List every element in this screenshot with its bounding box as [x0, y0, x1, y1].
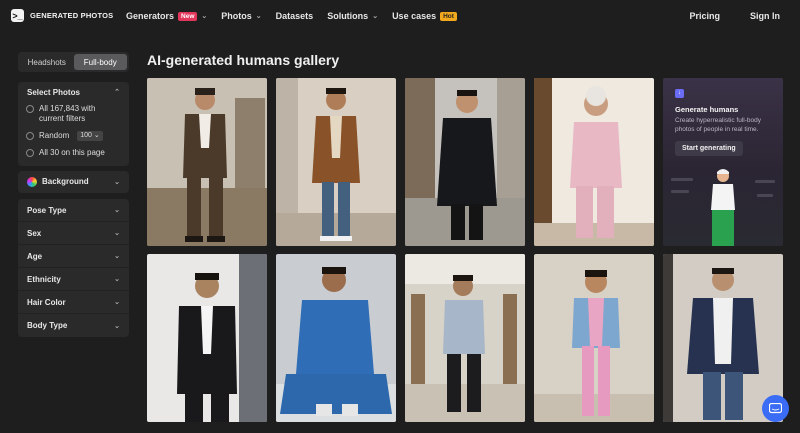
select-photos-header[interactable]: Select Photos ⌃ — [18, 82, 129, 102]
gallery-photo[interactable] — [276, 254, 396, 422]
gallery-photo[interactable] — [147, 254, 267, 422]
chevron-up-icon: ⌃ — [114, 89, 120, 96]
random-count-value: 100 — [80, 132, 92, 139]
background-label: Background — [42, 177, 89, 187]
start-generating-button[interactable]: Start generating — [675, 141, 743, 156]
nav-use-cases-label: Use cases — [392, 11, 437, 21]
gallery-photo[interactable] — [663, 254, 783, 422]
chevron-down-icon: ⌄ — [114, 276, 120, 283]
background-header: Background ⌄ — [18, 171, 129, 193]
person-photo — [534, 254, 654, 422]
person-photo — [534, 78, 654, 246]
radio-icon[interactable] — [26, 132, 34, 140]
account-nav: Pricing Sign In — [689, 11, 780, 21]
logo-mark: >_ — [11, 9, 24, 22]
chevron-down-icon: ⌄ — [114, 207, 120, 214]
filter-sex[interactable]: Sex ⌄ — [18, 222, 129, 245]
option-random-label: Random — [39, 131, 70, 140]
promo-illustration — [671, 169, 775, 246]
nav-datasets-label: Datasets — [275, 11, 314, 21]
nav-datasets[interactable]: Datasets — [276, 11, 314, 21]
nav-photos-label: Photos — [221, 11, 252, 21]
hot-badge: Hot — [440, 11, 457, 21]
gallery-photo[interactable] — [534, 78, 654, 246]
option-all-photos[interactable]: All 167,843 with current filters — [18, 102, 129, 126]
main-nav: Generators New ⌄ Photos ⌄ Datasets Solut… — [126, 11, 457, 21]
nav-photos[interactable]: Photos ⌄ — [221, 11, 261, 21]
select-photos-title: Select Photos — [27, 87, 80, 97]
gallery-photo[interactable] — [405, 78, 525, 246]
photo-type-toggle: Headshots Full-body — [18, 52, 129, 72]
new-badge: New — [178, 11, 198, 21]
filter-label: Age — [27, 251, 43, 261]
chevron-down-icon: ⌄ — [372, 13, 379, 20]
filter-label: Ethnicity — [27, 274, 61, 284]
chevron-down-icon: ⌄ — [114, 230, 120, 237]
gallery-photo[interactable] — [147, 78, 267, 246]
top-navigation: >_ GENERATED PHOTOS Generators New ⌄ Pho… — [0, 0, 800, 34]
sparkle-icon: ↓ — [675, 89, 684, 98]
logo[interactable]: >_ GENERATED PHOTOS — [11, 9, 113, 22]
filter-age[interactable]: Age ⌄ — [18, 245, 129, 268]
tab-full-body[interactable]: Full-body — [73, 54, 127, 70]
person-photo — [663, 254, 783, 422]
filter-label: Body Type — [27, 321, 68, 330]
option-page-label: All 30 on this page — [39, 148, 105, 157]
pricing-link[interactable]: Pricing — [689, 11, 720, 21]
sign-in-link[interactable]: Sign In — [750, 11, 780, 21]
filter-pose-type[interactable]: Pose Type ⌄ — [18, 199, 129, 222]
chevron-down-icon: ⌄ — [114, 322, 120, 330]
gallery-photo[interactable] — [534, 254, 654, 422]
chevron-down-icon: ⌄ — [201, 13, 208, 20]
nav-solutions-label: Solutions — [327, 11, 369, 21]
page-title: AI-generated humans gallery — [147, 52, 340, 68]
background-filter[interactable]: Background ⌄ — [18, 171, 129, 193]
filters-sidebar: Headshots Full-body Select Photos ⌃ All … — [18, 52, 129, 337]
radio-icon[interactable] — [26, 105, 34, 113]
option-all-label: All 167,843 with current filters — [39, 104, 96, 123]
person-photo — [276, 254, 396, 422]
filter-label: Hair Color — [27, 297, 66, 307]
gallery-photo[interactable] — [405, 254, 525, 422]
chevron-down-icon: ⌄ — [255, 13, 262, 20]
random-count-select[interactable]: 100 ⌄ — [77, 131, 103, 141]
logo-text: GENERATED PHOTOS — [30, 11, 114, 20]
chat-button[interactable] — [762, 395, 789, 422]
radio-icon[interactable] — [26, 149, 34, 157]
chevron-down-icon: ⌄ — [114, 179, 120, 186]
color-wheel-icon — [27, 177, 37, 187]
person-photo — [147, 78, 267, 246]
promo-title: Generate humans — [675, 105, 739, 114]
gallery-photo[interactable] — [276, 78, 396, 246]
select-photos-panel: Select Photos ⌃ All 167,843 with current… — [18, 82, 129, 166]
nav-solutions[interactable]: Solutions ⌄ — [327, 11, 378, 21]
option-random[interactable]: Random 100 ⌄ — [18, 129, 129, 143]
chevron-down-icon: ⌄ — [114, 299, 120, 306]
photo-gallery: ↓ Generate humans Create hyperrealistic … — [147, 78, 783, 433]
person-photo — [405, 254, 525, 422]
filter-ethnicity[interactable]: Ethnicity ⌄ — [18, 268, 129, 291]
nav-generators[interactable]: Generators New ⌄ — [126, 11, 207, 21]
generate-humans-promo[interactable]: ↓ Generate humans Create hyperrealistic … — [663, 78, 783, 246]
promo-description: Create hyperrealistic full-body photos o… — [675, 117, 761, 133]
person-photo — [405, 78, 525, 246]
background-label-wrap: Background — [27, 177, 89, 187]
filter-body-type[interactable]: Body Type ⌄ — [18, 314, 129, 337]
filter-label: Sex — [27, 228, 42, 238]
tab-headshots[interactable]: Headshots — [20, 54, 74, 70]
person-photo — [276, 78, 396, 246]
option-this-page[interactable]: All 30 on this page — [18, 146, 129, 160]
chevron-down-icon: ⌄ — [114, 253, 120, 260]
nav-generators-label: Generators — [126, 11, 175, 21]
person-photo — [147, 254, 267, 422]
filter-hair-color[interactable]: Hair Color ⌄ — [18, 291, 129, 314]
nav-use-cases[interactable]: Use cases Hot — [392, 11, 457, 21]
filter-label: Pose Type — [27, 205, 67, 215]
chat-icon — [769, 402, 782, 413]
filter-list: Pose Type ⌄ Sex ⌄ Age ⌄ Ethnicity ⌄ Hair Col… — [18, 199, 129, 337]
